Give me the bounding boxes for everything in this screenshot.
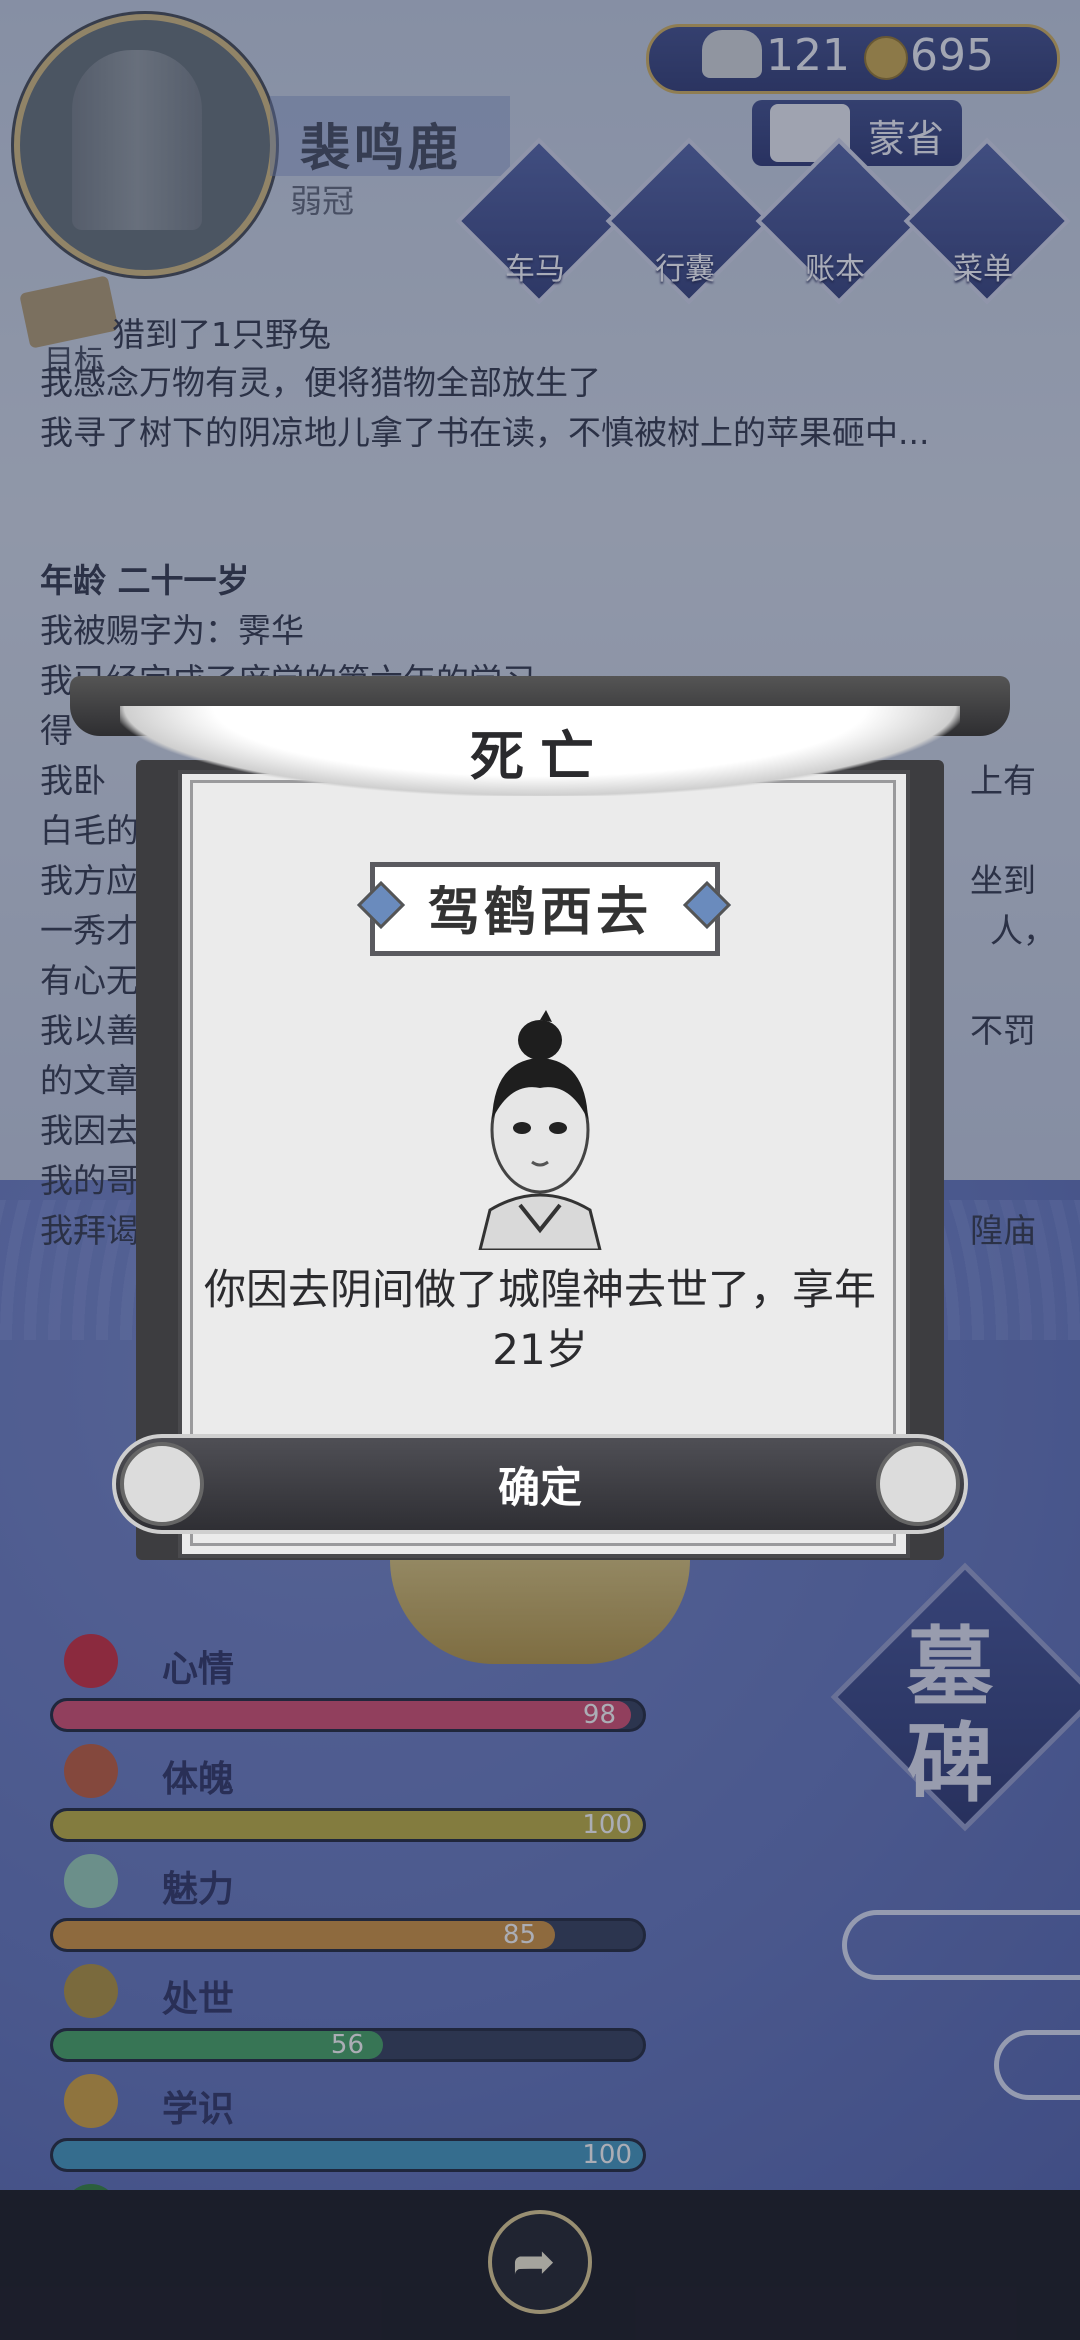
character-portrait [478, 1010, 602, 1250]
dialog-title: 死亡 [470, 725, 610, 788]
death-message: 你因去阴间做了城隍神去世了，享年21岁 [203, 1265, 876, 1374]
confirm-label: 确定 [497, 1463, 582, 1512]
death-plaque-text: 驾鹤西去 [427, 883, 652, 943]
